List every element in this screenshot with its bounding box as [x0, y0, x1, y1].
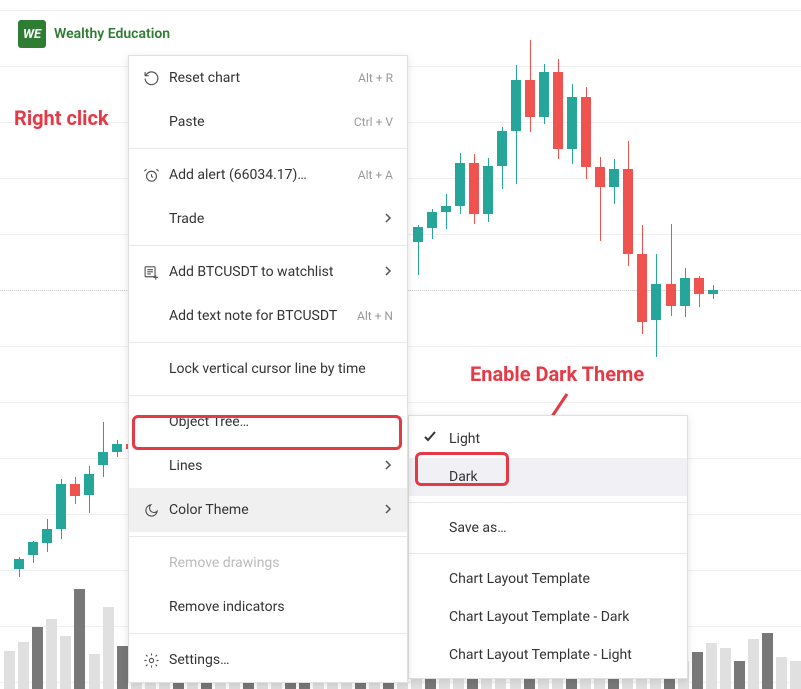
menu-remove-drawings: Remove drawings — [129, 541, 407, 585]
submenu-template[interactable]: Chart Layout Template — [409, 560, 687, 598]
submenu-light[interactable]: Light — [409, 420, 687, 458]
moon-icon — [143, 502, 169, 519]
submenu-label: Chart Layout Template — [449, 571, 590, 587]
submenu-template-light[interactable]: Chart Layout Template - Light — [409, 636, 687, 674]
submenu-dark[interactable]: Dark — [409, 458, 687, 496]
divider — [129, 148, 407, 149]
menu-lock-cursor[interactable]: Lock vertical cursor line by time — [129, 347, 407, 391]
annotation-right-click: Right click — [14, 106, 109, 130]
menu-settings[interactable]: Settings… — [129, 638, 407, 682]
menu-label: Lock vertical cursor line by time — [169, 361, 393, 377]
divider — [129, 395, 407, 396]
undo-icon — [143, 70, 169, 87]
menu-add-alert[interactable]: Add alert (66034.17)… Alt + A — [129, 153, 407, 197]
menu-label: Settings… — [169, 652, 393, 668]
menu-label: Object Tree… — [169, 414, 393, 430]
menu-label: Color Theme — [169, 502, 383, 518]
chevron-right-icon — [383, 502, 393, 518]
submenu-label: Save as… — [449, 520, 507, 536]
submenu-label: Chart Layout Template - Light — [449, 647, 632, 663]
divider — [129, 245, 407, 246]
divider — [409, 553, 687, 554]
menu-remove-indicators[interactable]: Remove indicators — [129, 585, 407, 629]
divider — [129, 342, 407, 343]
menu-shortcut: Alt + N — [357, 309, 393, 323]
menu-object-tree[interactable]: Object Tree… — [129, 400, 407, 444]
submenu-template-dark[interactable]: Chart Layout Template - Dark — [409, 598, 687, 636]
menu-text-note[interactable]: Add text note for BTCUSDT Alt + N — [129, 294, 407, 338]
gear-icon — [143, 652, 169, 669]
list-add-icon — [143, 264, 169, 281]
menu-label: Add BTCUSDT to watchlist — [169, 264, 383, 280]
alarm-icon — [143, 167, 169, 184]
divider — [129, 633, 407, 634]
check-icon — [423, 430, 437, 448]
submenu-label: Chart Layout Template - Dark — [449, 609, 629, 625]
menu-label: Add text note for BTCUSDT — [169, 308, 357, 324]
menu-label: Trade — [169, 211, 383, 227]
chevron-right-icon — [383, 211, 393, 227]
menu-lines[interactable]: Lines — [129, 444, 407, 488]
menu-label: Remove indicators — [169, 599, 393, 615]
chevron-right-icon — [383, 264, 393, 280]
annotation-enable-dark: Enable Dark Theme — [470, 362, 644, 386]
menu-color-theme[interactable]: Color Theme — [129, 488, 407, 532]
menu-shortcut: Alt + R — [358, 71, 393, 85]
menu-label: Reset chart — [169, 70, 358, 86]
submenu-save-as[interactable]: Save as… — [409, 509, 687, 547]
brand-text: Wealthy Education — [54, 26, 170, 42]
menu-label: Remove drawings — [169, 555, 393, 571]
menu-paste[interactable]: Paste Ctrl + V — [129, 100, 407, 144]
divider — [409, 502, 687, 503]
submenu-label: Dark — [449, 469, 478, 485]
menu-reset-chart[interactable]: Reset chart Alt + R — [129, 56, 407, 100]
color-theme-submenu: Light Dark Save as… Chart Layout Templat… — [408, 415, 688, 679]
menu-label: Paste — [169, 114, 354, 130]
logo-badge: WE — [18, 20, 46, 48]
menu-trade[interactable]: Trade — [129, 197, 407, 241]
menu-label: Lines — [169, 458, 383, 474]
divider — [129, 536, 407, 537]
menu-add-watchlist[interactable]: Add BTCUSDT to watchlist — [129, 250, 407, 294]
menu-label: Add alert (66034.17)… — [169, 167, 358, 183]
chevron-right-icon — [383, 458, 393, 474]
menu-shortcut: Alt + A — [358, 168, 393, 182]
menu-shortcut: Ctrl + V — [354, 115, 393, 129]
context-menu: Reset chart Alt + R Paste Ctrl + V Add a… — [128, 55, 408, 683]
submenu-label: Light — [449, 431, 480, 447]
header: WE Wealthy Education — [18, 20, 170, 48]
